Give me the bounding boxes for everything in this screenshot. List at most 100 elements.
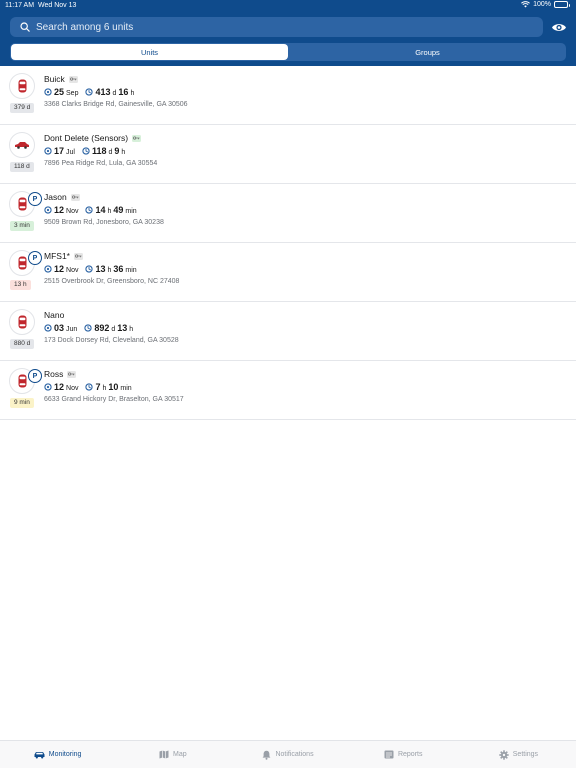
duration-value: 118	[91, 146, 107, 156]
clock-icon	[85, 205, 94, 215]
unit-name-line: Dont Delete (Sensors)	[44, 133, 142, 143]
duration-unit: h	[102, 385, 107, 392]
duration-unit: min	[125, 267, 137, 274]
ignition-key-icon	[67, 370, 77, 378]
clock-icon	[85, 87, 94, 97]
units-groups-segment: Units Groups	[10, 43, 566, 61]
date-month: Nov	[66, 208, 79, 215]
date-day: 12	[54, 382, 65, 392]
date-day: 12	[54, 264, 65, 274]
duration-unit: min	[120, 385, 132, 392]
unit-name: Buick	[44, 74, 65, 84]
unit-stats: 12 Nov 7h 10 min	[44, 382, 135, 392]
last-stop-date: 12 Nov	[44, 382, 78, 392]
segment-units[interactable]: Units	[11, 44, 288, 60]
car-icon	[9, 309, 35, 335]
last-stop-date: 12 Nov	[44, 264, 78, 274]
search-input[interactable]	[36, 21, 526, 33]
app-root: 11:17 AM Wed Nov 13 100% Units	[0, 0, 576, 768]
battery-percent: 100%	[533, 1, 551, 8]
duration-value: 16	[118, 87, 129, 97]
duration-unit: h	[107, 208, 112, 215]
tab-settings[interactable]: Settings	[461, 741, 576, 768]
last-stop-date: 17 Jul	[44, 146, 75, 156]
tab-monitoring[interactable]: Monitoring	[0, 741, 115, 768]
map-icon	[159, 750, 169, 759]
duration-unit: h	[107, 267, 112, 274]
clock-icon	[85, 382, 94, 392]
unit-row[interactable]: 379 d Buick 25 Sep 413 d 16 h 3368 Clarks …	[0, 66, 576, 125]
duration-value: 13	[95, 264, 106, 274]
unit-address: 2515 Overbrook Dr, Greensboro, NC 27408	[44, 278, 180, 285]
unit-name: Nano	[44, 310, 65, 320]
unit-row[interactable]: P 3 min Jason 12 Nov 14 h 49 min 9509 Brow…	[0, 184, 576, 243]
unit-row[interactable]: P 9 min Ross 12 Nov 7h 10 min 6633 Grand …	[0, 361, 576, 420]
last-message-age: 880 d	[10, 339, 35, 349]
car-icon	[34, 751, 45, 759]
unit-name: Ross	[44, 369, 64, 379]
location-ring-icon	[44, 87, 52, 97]
clock-icon	[84, 323, 92, 333]
duration-value: 9	[114, 146, 120, 156]
date-day: 12	[54, 205, 65, 215]
duration-value: 36	[113, 264, 124, 274]
unit-address: 3368 Clarks Bridge Rd, Gainesville, GA 3…	[44, 101, 188, 108]
date-month: Sep	[66, 90, 79, 97]
date-month: Nov	[66, 267, 79, 274]
last-message-age: 3 min	[10, 221, 34, 231]
car-icon	[9, 73, 35, 99]
date-month: Jun	[66, 326, 78, 333]
location-ring-icon	[44, 323, 52, 333]
date-day: 17	[54, 146, 65, 156]
tab-label: Monitoring	[48, 751, 82, 758]
reports-icon	[384, 750, 394, 759]
unit-name-line: Buick	[44, 74, 78, 84]
tab-label: Reports	[397, 751, 423, 758]
unit-address: 6633 Grand Hickory Dr, Braselton, GA 305…	[44, 396, 184, 403]
eye-icon[interactable]	[548, 19, 570, 35]
stop-duration: 13 h 36 min	[85, 264, 137, 274]
status-right: 100%	[521, 1, 570, 8]
parking-icon: P	[28, 192, 42, 206]
last-stop-date: 03 Jun	[44, 323, 77, 333]
unit-name: Dont Delete (Sensors)	[44, 133, 129, 143]
date-day: 25	[54, 87, 65, 97]
duration-value: 7	[95, 382, 101, 392]
unit-list: 379 d Buick 25 Sep 413 d 16 h 3368 Clarks …	[0, 66, 576, 420]
unit-address: 173 Dock Dorsey Rd, Cleveland, GA 30528	[44, 337, 179, 344]
unit-stats: 12 Nov 14 h 49 min	[44, 205, 140, 215]
duration-unit: d	[111, 326, 116, 333]
unit-stats: 17 Jul 118 d 9h	[44, 146, 128, 156]
search-bar[interactable]	[10, 17, 543, 37]
duration-value: 14	[95, 205, 106, 215]
date-month: Jul	[66, 149, 75, 156]
unit-name: Jason	[44, 192, 67, 202]
parking-icon: P	[28, 251, 42, 265]
tab-notifications[interactable]: Notifications	[230, 741, 345, 768]
unit-stats: 12 Nov 13 h 36 min	[44, 264, 140, 274]
tab-reports[interactable]: Reports	[346, 741, 461, 768]
tab-label: Settings	[512, 751, 539, 758]
tab-map[interactable]: Map	[115, 741, 230, 768]
search-icon	[14, 22, 36, 32]
unit-name-line: Jason	[44, 192, 80, 202]
duration-value: 413	[95, 87, 111, 97]
last-stop-date: 12 Nov	[44, 205, 78, 215]
stop-duration: 892 d 13 h	[84, 323, 133, 333]
last-message-age: 9 min	[10, 398, 34, 408]
duration-value: 49	[113, 205, 124, 215]
tab-label: Notifications	[275, 751, 314, 758]
tab-bar: Monitoring Map Notifications Reports Setting…	[0, 740, 576, 768]
unit-row[interactable]: P 13 h MFS1* 12 Nov 13 h 36 min 2515 Overb…	[0, 243, 576, 302]
bell-icon	[262, 750, 271, 760]
segment-groups[interactable]: Groups	[289, 43, 566, 61]
stop-duration: 413 d 16 h	[85, 87, 134, 97]
unit-row[interactable]: 118 d Dont Delete (Sensors) 17 Jul 118 d …	[0, 125, 576, 184]
unit-row[interactable]: 880 d Nano 03 Jun 892 d 13 h 173 Dock Dors…	[0, 302, 576, 361]
last-message-age: 13 h	[10, 280, 31, 290]
unit-name-line: MFS1*	[44, 251, 83, 261]
duration-unit: min	[125, 208, 137, 215]
unit-address: 7896 Pea Ridge Rd, Lula, GA 30554	[44, 160, 158, 167]
duration-value: 892	[94, 323, 110, 333]
duration-unit: h	[121, 149, 126, 156]
